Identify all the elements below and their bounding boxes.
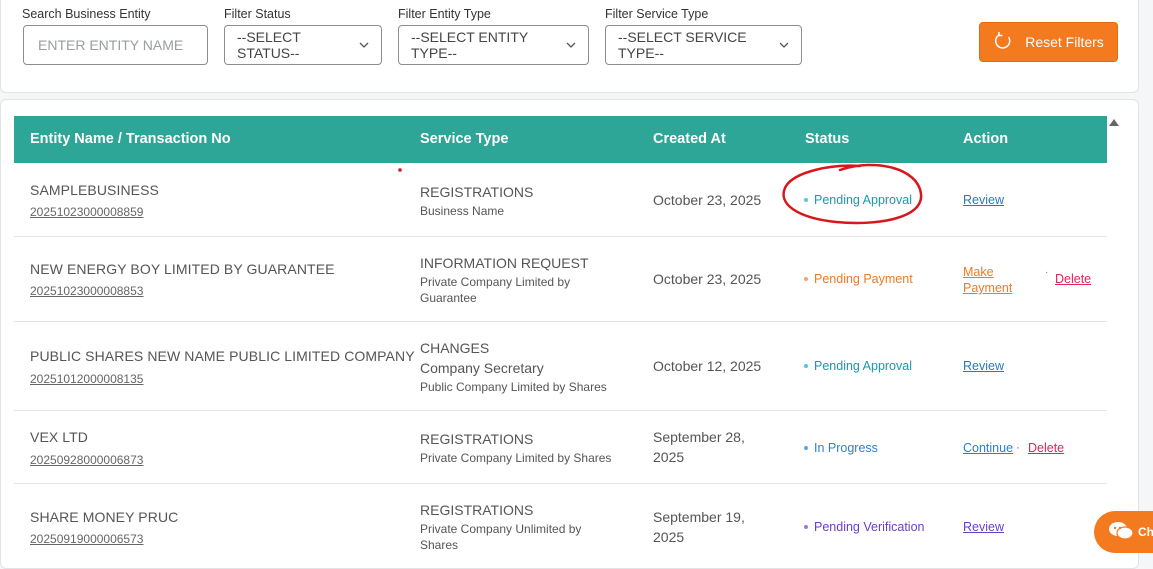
annotation-circle (782, 163, 923, 225)
annotation-overlay (398, 163, 923, 225)
chat-bubble-icon (1108, 520, 1134, 545)
chat-label: Ch (1138, 525, 1153, 539)
chat-button[interactable]: Ch (1094, 511, 1153, 553)
annotation-dot (398, 168, 402, 172)
